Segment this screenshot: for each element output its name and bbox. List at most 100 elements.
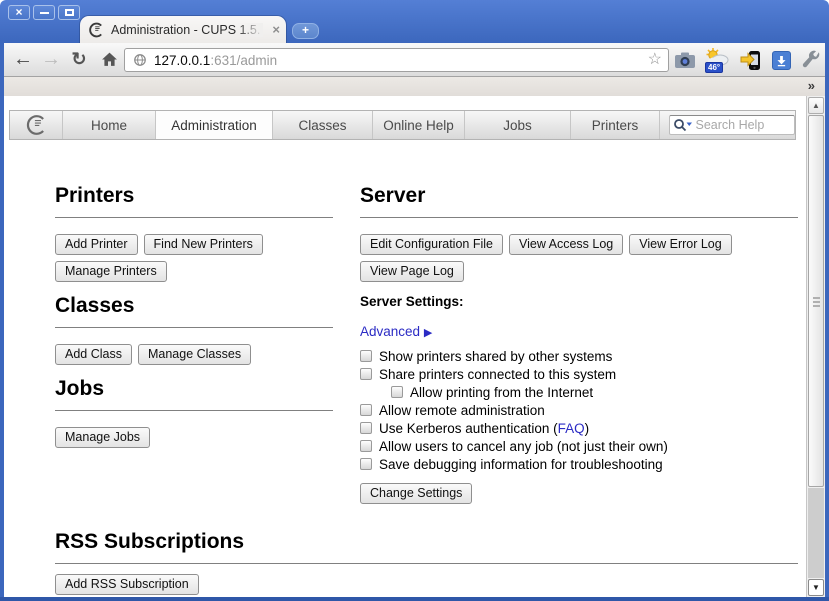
bookmarks-overflow-chevron[interactable]: »	[808, 78, 815, 93]
home-button[interactable]	[96, 46, 122, 73]
edit-configuration-file-button[interactable]: Edit Configuration File	[360, 234, 503, 255]
nav-tab-printers[interactable]: Printers	[571, 111, 660, 139]
view-error-log-button[interactable]: View Error Log	[629, 234, 731, 255]
url-text: 127.0.0.1:631/admin	[154, 53, 277, 68]
new-tab-button[interactable]: +	[292, 23, 319, 39]
checkbox-row-internet-printing: Allow printing from the Internet	[360, 383, 798, 401]
weather-temp-badge: 46°	[705, 62, 723, 73]
page-scrollbar[interactable]: ▲ ▼	[806, 96, 825, 597]
home-icon	[101, 51, 118, 68]
advanced-arrow-icon: ▶	[424, 327, 432, 339]
internet-printing-checkbox[interactable]	[391, 386, 403, 398]
browser-window: × Administration - CUPS 1.5. × + ← →	[0, 0, 829, 601]
show-shared-printers-checkbox[interactable]	[360, 350, 372, 362]
nav-tab-home[interactable]: Home	[63, 111, 156, 139]
change-settings-button[interactable]: Change Settings	[360, 483, 472, 504]
manage-printers-button[interactable]: Manage Printers	[55, 261, 167, 282]
tab-close-icon[interactable]: ×	[272, 23, 280, 36]
checkbox-label: Allow remote administration	[379, 403, 545, 418]
add-printer-button[interactable]: Add Printer	[55, 234, 138, 255]
advanced-link[interactable]: Advanced ▶	[360, 324, 798, 339]
checkbox-label: Allow users to cancel any job (not just …	[379, 439, 668, 454]
scrollbar-up-button[interactable]: ▲	[808, 97, 824, 114]
window-frame-left	[0, 43, 4, 601]
nav-tab-classes[interactable]: Classes	[273, 111, 373, 139]
url-path: :631/admin	[210, 53, 277, 68]
jobs-heading: Jobs	[55, 377, 333, 401]
checkbox-row-kerberos: Use Kerberos authentication (FAQ)	[360, 419, 798, 437]
manage-jobs-button[interactable]: Manage Jobs	[55, 427, 150, 448]
window-minimize-button[interactable]	[33, 5, 55, 20]
view-access-log-button[interactable]: View Access Log	[509, 234, 623, 255]
printers-heading: Printers	[55, 184, 333, 208]
camera-extension-button[interactable]	[672, 47, 698, 73]
window-frame-right	[825, 43, 829, 601]
bookmark-star-icon[interactable]: ☆	[648, 52, 662, 68]
cancel-any-job-checkbox[interactable]	[360, 440, 372, 452]
divider	[360, 217, 798, 218]
cups-admin-page: Home Administration Classes Online Help …	[4, 96, 825, 597]
globe-icon	[133, 53, 147, 67]
browser-tab[interactable]: Administration - CUPS 1.5. ×	[80, 16, 286, 43]
checkbox-row-remote-administration: Allow remote administration	[360, 401, 798, 419]
minimize-icon	[40, 12, 49, 14]
manage-classes-button[interactable]: Manage Classes	[138, 344, 251, 365]
scrollbar-thumb[interactable]	[808, 115, 824, 487]
divider	[55, 327, 333, 328]
checkbox-label: Allow printing from the Internet	[410, 385, 593, 400]
download-extension-button[interactable]	[768, 47, 794, 73]
classes-heading: Classes	[55, 294, 333, 318]
search-icon[interactable]	[673, 118, 693, 132]
scrollbar-down-button[interactable]: ▼	[808, 579, 824, 596]
nav-tab-administration[interactable]: Administration	[156, 111, 273, 139]
settings-menu-button[interactable]	[798, 47, 824, 73]
wrench-icon	[800, 49, 822, 71]
window-close-button[interactable]: ×	[8, 5, 30, 20]
close-icon: ×	[15, 7, 22, 18]
scrollbar-track[interactable]	[808, 488, 824, 578]
view-page-log-button[interactable]: View Page Log	[360, 261, 464, 282]
server-settings-checkbox-list: Show printers shared by other systems Sh…	[360, 347, 798, 473]
cups-favicon-icon	[88, 22, 104, 38]
checkbox-row-show-shared-printers: Show printers shared by other systems	[360, 347, 798, 365]
forward-button[interactable]: →	[38, 46, 64, 73]
add-class-button[interactable]: Add Class	[55, 344, 132, 365]
checkbox-label: Save debugging information for troublesh…	[379, 457, 663, 472]
scroll-up-icon: ▲	[812, 101, 820, 110]
cups-logo-tab[interactable]	[10, 111, 63, 139]
nav-tab-jobs[interactable]: Jobs	[465, 111, 571, 139]
cups-logo-icon	[25, 114, 47, 136]
back-button[interactable]: ←	[10, 46, 36, 73]
divider	[55, 563, 798, 564]
address-bar[interactable]: 127.0.0.1:631/admin ☆	[124, 48, 669, 72]
checkbox-row-debug-logging: Save debugging information for troublesh…	[360, 455, 798, 473]
nav-tab-online-help[interactable]: Online Help	[373, 111, 465, 139]
add-rss-subscription-button[interactable]: Add RSS Subscription	[55, 574, 199, 595]
camera-icon	[673, 48, 697, 72]
debug-logging-checkbox[interactable]	[360, 458, 372, 470]
remote-administration-checkbox[interactable]	[360, 404, 372, 416]
share-printers-checkbox[interactable]	[360, 368, 372, 380]
scroll-down-icon: ▼	[812, 583, 820, 592]
divider	[55, 410, 333, 411]
checkbox-label: Show printers shared by other systems	[379, 349, 612, 364]
divider	[55, 217, 333, 218]
back-arrow-icon: ←	[13, 48, 33, 71]
phone-extension-button[interactable]	[738, 47, 764, 73]
checkbox-label: Use Kerberos authentication (FAQ)	[379, 421, 589, 436]
scrollbar-grip-icon	[813, 301, 820, 303]
reload-button[interactable]: ↻	[66, 46, 92, 73]
bookmarks-bar: »	[4, 77, 825, 96]
find-new-printers-button[interactable]: Find New Printers	[144, 234, 263, 255]
browser-toolbar: ← → ↻ 127.0.0.1:631/admin ☆	[4, 43, 825, 77]
window-frame-bottom	[0, 597, 829, 601]
window-maximize-button[interactable]	[58, 5, 80, 20]
checkbox-row-cancel-any-job: Allow users to cancel any job (not just …	[360, 437, 798, 455]
weather-extension-button[interactable]: 46°	[704, 47, 730, 73]
faq-link[interactable]: FAQ	[558, 421, 585, 436]
server-heading: Server	[360, 184, 798, 208]
download-icon	[772, 51, 791, 70]
tab-title: Administration - CUPS 1.5.	[111, 23, 263, 37]
forward-arrow-icon: →	[41, 48, 61, 71]
kerberos-authentication-checkbox[interactable]	[360, 422, 372, 434]
